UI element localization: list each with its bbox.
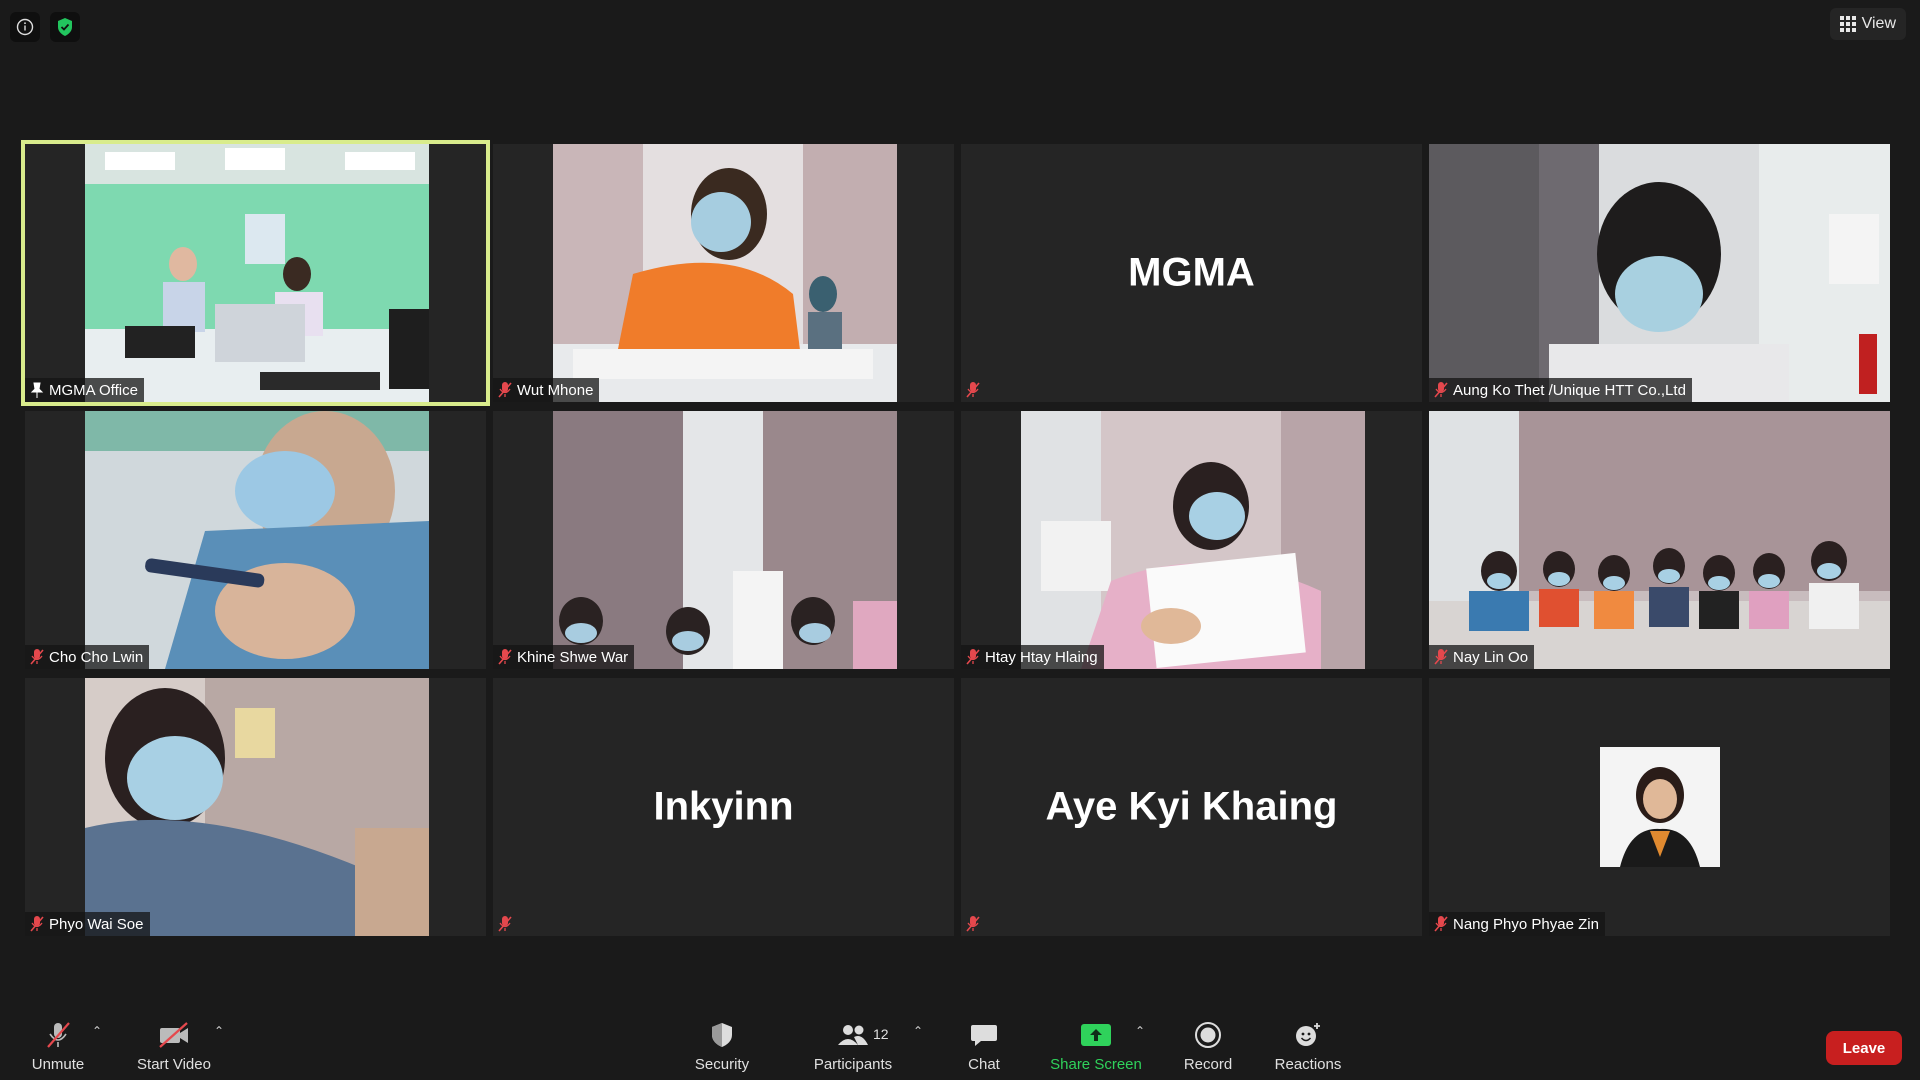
top-bar: View bbox=[0, 0, 1920, 48]
participant-display-name: Aye Kyi Khaing bbox=[1045, 784, 1338, 829]
participant-name: Aung Ko Thet /Unique HTT Co.,Ltd bbox=[1453, 381, 1686, 399]
participant-tile[interactable]: Wut Mhone bbox=[493, 144, 954, 402]
participant-tile[interactable]: Cho Cho Lwin bbox=[25, 411, 486, 669]
share-screen-icon bbox=[1080, 1020, 1112, 1050]
record-icon bbox=[1194, 1020, 1222, 1050]
mic-muted-icon bbox=[43, 1020, 73, 1050]
participant-nametag bbox=[961, 378, 987, 402]
participant-tile[interactable]: Nay Lin Oo bbox=[1429, 411, 1890, 669]
reactions-icon bbox=[1293, 1020, 1323, 1050]
video-gallery: MGMA Office Wut Mhone MGMA Aung Ko Thet … bbox=[21, 140, 1893, 936]
participant-nametag: Cho Cho Lwin bbox=[25, 645, 150, 669]
view-button[interactable]: View bbox=[1829, 8, 1906, 40]
video-feed bbox=[85, 678, 429, 936]
participant-name: Khine Shwe War bbox=[517, 648, 629, 666]
video-feed bbox=[85, 144, 429, 402]
avatar bbox=[1599, 747, 1720, 867]
chat-button[interactable]: Chat bbox=[956, 1020, 1012, 1073]
mic-muted-icon bbox=[30, 916, 44, 932]
share-screen-label: Share Screen bbox=[1050, 1056, 1142, 1073]
mic-muted-icon bbox=[498, 649, 512, 665]
security-label: Security bbox=[694, 1056, 750, 1073]
mic-muted-icon bbox=[1434, 382, 1448, 398]
video-options-chevron-icon[interactable]: ⌃ bbox=[214, 1024, 224, 1038]
grid-icon bbox=[1839, 16, 1856, 32]
reactions-button[interactable]: Reactions bbox=[1272, 1020, 1344, 1073]
participant-name: Nay Lin Oo bbox=[1453, 648, 1529, 666]
participant-tile[interactable]: Khine Shwe War bbox=[493, 411, 954, 669]
participant-tile[interactable]: MGMA bbox=[961, 144, 1422, 402]
shield-icon bbox=[709, 1020, 735, 1050]
start-video-button[interactable]: Start Video bbox=[132, 1020, 216, 1073]
security-button[interactable]: Security bbox=[690, 1020, 754, 1073]
chat-icon bbox=[969, 1020, 999, 1050]
participant-name: Wut Mhone bbox=[517, 381, 594, 399]
video-feed bbox=[1429, 144, 1890, 402]
participant-name: Htay Htay Hlaing bbox=[985, 648, 1098, 666]
participant-tile[interactable]: Aye Kyi Khaing bbox=[961, 678, 1422, 936]
video-feed bbox=[553, 144, 897, 402]
mic-muted-icon bbox=[498, 916, 512, 932]
participant-display-name: Inkyinn bbox=[653, 784, 794, 829]
participant-tile[interactable]: Phyo Wai Soe bbox=[25, 678, 486, 936]
participant-nametag: Khine Shwe War bbox=[493, 645, 635, 669]
share-options-chevron-icon[interactable]: ⌃ bbox=[1135, 1024, 1145, 1038]
info-icon[interactable] bbox=[10, 12, 40, 42]
view-label: View bbox=[1861, 15, 1896, 32]
audio-options-chevron-icon[interactable]: ⌃ bbox=[92, 1024, 102, 1038]
participant-nametag: Phyo Wai Soe bbox=[25, 912, 150, 936]
mic-muted-icon bbox=[1434, 649, 1448, 665]
mic-muted-icon bbox=[30, 649, 44, 665]
start-video-label: Start Video bbox=[137, 1056, 211, 1073]
participant-name: Phyo Wai Soe bbox=[49, 915, 144, 933]
participant-tile[interactable]: Aung Ko Thet /Unique HTT Co.,Ltd bbox=[1429, 144, 1890, 402]
pin-icon bbox=[30, 382, 44, 398]
mic-muted-icon bbox=[966, 382, 980, 398]
participants-count: 12 bbox=[873, 1026, 889, 1042]
participant-tile[interactable]: Nang Phyo Phyae Zin bbox=[1429, 678, 1890, 936]
video-feed bbox=[1429, 411, 1890, 669]
meeting-toolbar: Unmute ⌃ Start Video ⌃ Security Particip… bbox=[0, 1010, 1920, 1080]
video-feed bbox=[1021, 411, 1365, 669]
unmute-label: Unmute bbox=[31, 1056, 85, 1073]
video-off-icon bbox=[157, 1020, 191, 1050]
participant-name: Cho Cho Lwin bbox=[49, 648, 144, 666]
participant-tile[interactable]: Inkyinn bbox=[493, 678, 954, 936]
mic-muted-icon bbox=[966, 916, 980, 932]
video-feed bbox=[553, 411, 897, 669]
participant-name: MGMA Office bbox=[49, 381, 138, 399]
participant-nametag: Htay Htay Hlaing bbox=[961, 645, 1104, 669]
participant-tile[interactable]: Htay Htay Hlaing bbox=[961, 411, 1422, 669]
participant-nametag: Wut Mhone bbox=[493, 378, 600, 402]
leave-button[interactable]: Leave bbox=[1826, 1031, 1902, 1065]
participants-options-chevron-icon[interactable]: ⌃ bbox=[913, 1024, 923, 1038]
mic-muted-icon bbox=[1434, 916, 1448, 932]
participants-label: Participants bbox=[813, 1056, 893, 1073]
participant-display-name: MGMA bbox=[1128, 250, 1255, 295]
participant-nametag: MGMA Office bbox=[25, 378, 144, 402]
record-label: Record bbox=[1183, 1056, 1233, 1073]
record-button[interactable]: Record bbox=[1180, 1020, 1236, 1073]
share-screen-button[interactable]: Share Screen bbox=[1048, 1020, 1144, 1073]
shield-check-icon[interactable] bbox=[50, 12, 80, 42]
reactions-label: Reactions bbox=[1274, 1056, 1342, 1073]
mic-muted-icon bbox=[966, 649, 980, 665]
video-feed bbox=[85, 411, 429, 669]
participant-nametag bbox=[493, 912, 519, 936]
participants-icon bbox=[836, 1020, 870, 1050]
participant-nametag: Nang Phyo Phyae Zin bbox=[1429, 912, 1605, 936]
unmute-button[interactable]: Unmute bbox=[28, 1020, 88, 1073]
participant-nametag: Aung Ko Thet /Unique HTT Co.,Ltd bbox=[1429, 378, 1692, 402]
participant-nametag bbox=[961, 912, 987, 936]
participant-nametag: Nay Lin Oo bbox=[1429, 645, 1535, 669]
mic-muted-icon bbox=[498, 382, 512, 398]
participant-name: Nang Phyo Phyae Zin bbox=[1453, 915, 1599, 933]
chat-label: Chat bbox=[968, 1056, 1000, 1073]
participant-tile[interactable]: MGMA Office bbox=[21, 140, 490, 406]
